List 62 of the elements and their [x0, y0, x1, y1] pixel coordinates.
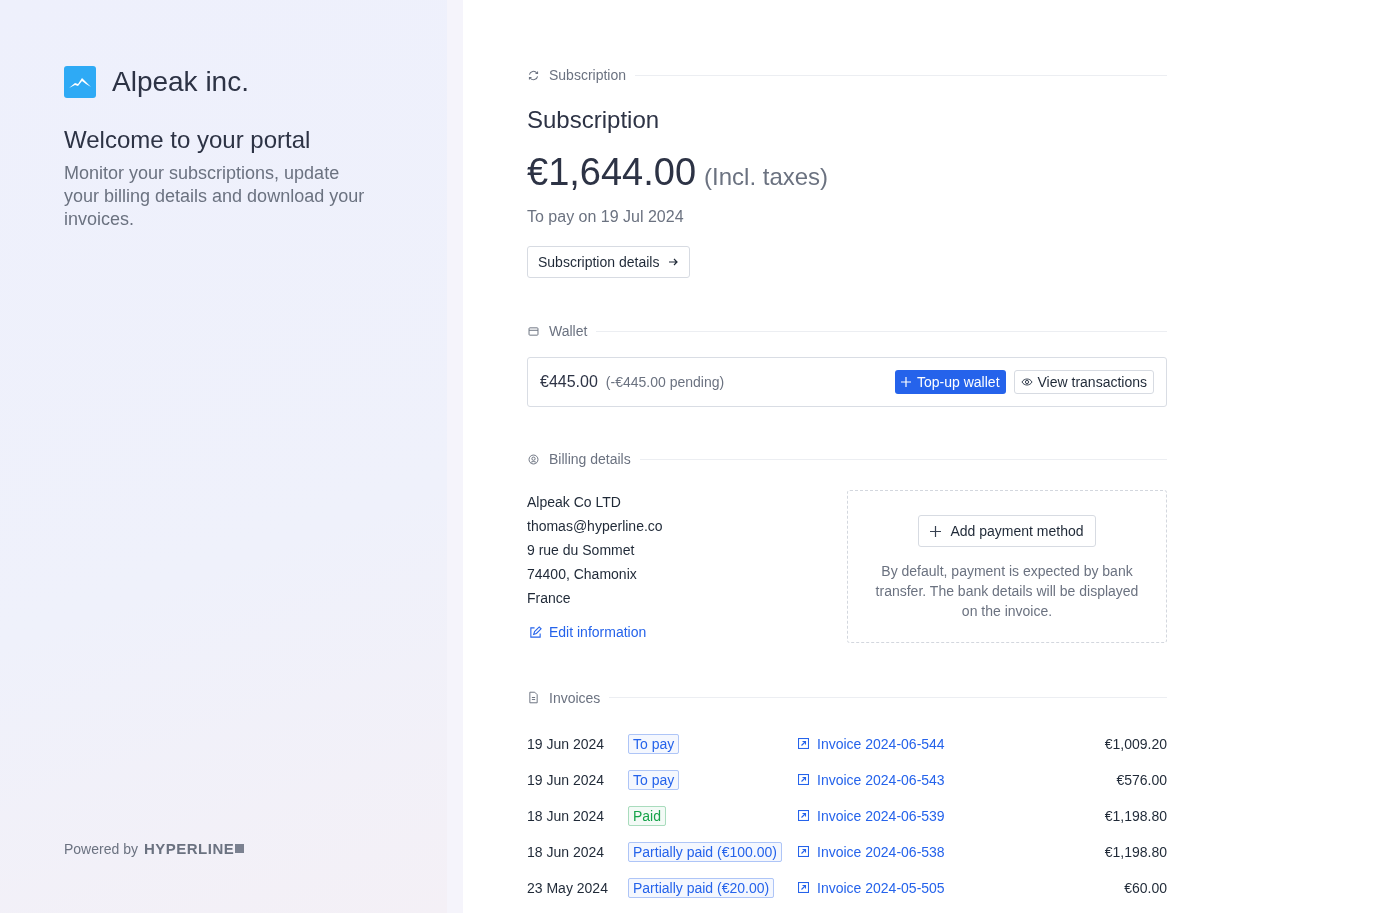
invoice-date: 18 Jun 2024 — [527, 807, 606, 824]
arrow-right-icon — [667, 256, 680, 268]
status-badge: To pay — [628, 769, 680, 790]
address-line: Alpeak Co LTD — [527, 493, 622, 512]
wallet-icon — [527, 324, 540, 338]
external-link-icon — [798, 738, 809, 749]
subscription-title: Subscription — [527, 106, 661, 134]
invoice-link[interactable]: Invoice 2024-06-543 — [798, 771, 1117, 788]
payment-note: By default, payment is expected by bank transfer. The bank details will be displayed on the invoice. — [874, 562, 1140, 621]
address-line: 74400, Chamonix — [527, 565, 638, 584]
status-badge: Partially paid (€20.00) — [628, 877, 775, 898]
invoice-amount: €1,198.80 — [1104, 843, 1167, 860]
add-payment-method-button[interactable]: Add payment method — [918, 515, 1096, 547]
invoice-amount: €576.00 — [1116, 771, 1167, 788]
invoice-date: 19 Jun 2024 — [527, 735, 606, 752]
hyperline-logo[interactable]: HYPERLINE — [143, 840, 235, 857]
external-link-icon — [798, 774, 809, 785]
edit-icon — [529, 625, 542, 639]
user-circle-icon — [527, 452, 540, 466]
status-badge: Partially paid (€100.00) — [628, 841, 782, 862]
subscription-amount: €1,644.00 — [527, 151, 697, 194]
invoice-link[interactable]: Invoice 2024-06-544 — [798, 735, 1105, 752]
plus-icon — [901, 377, 912, 387]
eye-icon — [1020, 377, 1033, 387]
address-line: thomas@hyperline.co — [527, 517, 663, 536]
document-icon — [527, 691, 540, 704]
section-label: Invoices — [549, 689, 601, 706]
section-label: Billing details — [549, 451, 631, 467]
tax-note: (Incl. taxes) — [704, 163, 829, 191]
invoice-link[interactable]: Invoice 2024-06-538 — [798, 843, 1105, 860]
invoice-date: 18 Jun 2024 — [527, 843, 606, 860]
powered-by-text: Powered by — [64, 840, 138, 857]
welcome-title: Welcome to your portal — [64, 126, 312, 154]
pending-amount: (-€445.00 pending) — [605, 374, 725, 390]
invoice-date: 19 Jun 2024 — [527, 771, 606, 788]
mountain-logo-icon — [64, 66, 96, 98]
view-transactions-button[interactable]: View transactions — [1013, 370, 1154, 394]
invoice-amount: €60.00 — [1124, 879, 1167, 896]
edit-information-link[interactable]: Edit information — [527, 624, 647, 640]
refresh-icon — [527, 68, 540, 82]
top-up-wallet-button[interactable]: Top-up wallet — [895, 370, 1006, 394]
external-link-icon — [798, 810, 809, 821]
invoice-link[interactable]: Invoice 2024-06-539 — [798, 807, 1105, 824]
invoice-amount: €1,009.20 — [1104, 735, 1167, 752]
external-link-icon — [798, 846, 809, 857]
invoice-link[interactable]: Invoice 2024-05-505 — [798, 879, 1125, 896]
company-name: Alpeak inc. — [112, 66, 249, 98]
section-label: Wallet — [549, 323, 588, 339]
welcome-text: Monitor your subscriptions, update your billing details and download your invoices. — [64, 162, 366, 231]
address-line: 9 rue du Sommet — [527, 541, 636, 560]
external-link-icon — [798, 882, 809, 893]
section-label: Subscription — [549, 67, 627, 83]
status-badge: Paid — [628, 805, 667, 826]
plus-icon — [930, 525, 942, 537]
invoice-amount: €1,198.80 — [1104, 807, 1167, 824]
due-date-text: To pay on 19 Jul 2024 — [527, 208, 685, 226]
invoice-date: 23 May 2024 — [527, 879, 609, 896]
status-badge: To pay — [628, 733, 680, 754]
wallet-balance: €445.00 — [540, 373, 598, 391]
address-line: France — [527, 589, 572, 608]
subscription-details-button[interactable]: Subscription details — [527, 246, 691, 278]
square-icon — [235, 844, 245, 853]
